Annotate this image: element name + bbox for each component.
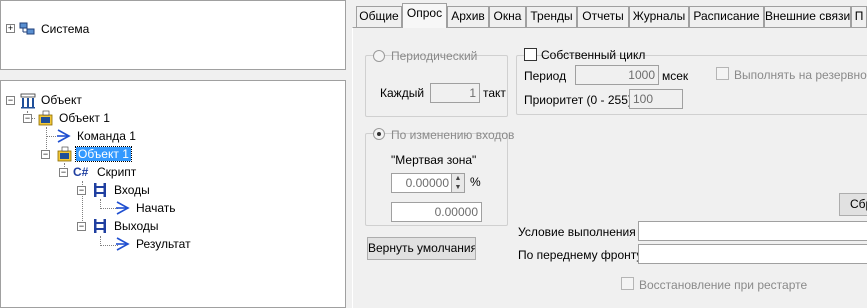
deadzone-field[interactable]: 0.00000	[391, 173, 453, 193]
collapse-object-toggle[interactable]: −	[6, 96, 15, 105]
tree-connector	[46, 136, 56, 137]
tree-item-object[interactable]: Объект	[39, 92, 84, 108]
result-arrow-icon	[116, 237, 130, 251]
tree-item-start-label: Начать	[136, 201, 176, 215]
object-group-icon	[20, 93, 36, 109]
every-field[interactable]: 1	[430, 83, 480, 103]
own-cycle-label: Собственный цикл	[541, 48, 646, 62]
object-icon	[38, 110, 53, 126]
tab-windows[interactable]: Окна	[489, 6, 526, 27]
collapse-object1-child-toggle[interactable]: −	[41, 150, 50, 159]
polling-tab-panel: Периодический Каждый 1 такт По изменению…	[352, 27, 867, 308]
tree-item-outputs-label: Выходы	[114, 219, 159, 233]
tree-item-result[interactable]: Результат	[134, 236, 193, 252]
priority-field[interactable]: 100	[629, 89, 683, 109]
tree-item-start[interactable]: Начать	[134, 200, 178, 216]
tab-external-links[interactable]: Внешние связи	[764, 6, 851, 27]
tree-item-object1-child[interactable]: Объект 1	[75, 146, 132, 162]
collapse-object1-toggle[interactable]: −	[23, 114, 32, 123]
tree-item-script[interactable]: Скрипт	[95, 164, 138, 180]
tree-item-object1-child-label: Объект 1	[75, 146, 132, 162]
tab-polling[interactable]: Опрос	[402, 3, 447, 28]
backup-checkbox[interactable]	[716, 67, 729, 80]
object-icon	[57, 146, 72, 162]
tab-bar: Общие Опрос Архив Окна Тренды Отчеты Жур…	[352, 0, 867, 28]
exec-condition-field[interactable]	[638, 221, 867, 241]
tree-item-outputs[interactable]: Выходы	[112, 218, 161, 234]
periodic-label: Периодический	[391, 49, 478, 63]
restore-on-restart-label: Восстановление при рестарте	[639, 278, 808, 292]
tab-reports[interactable]: Отчеты	[577, 6, 629, 27]
reset-button[interactable]: Сбр	[839, 193, 867, 216]
own-cycle-checkbox[interactable]	[524, 48, 537, 61]
on-change-radio[interactable]	[373, 128, 385, 140]
deadzone-abs-field[interactable]: 0.00000	[391, 202, 482, 222]
restore-defaults-button[interactable]: Вернуть умолчания	[367, 237, 476, 260]
outputs-ladder-icon	[94, 219, 106, 233]
period-field[interactable]: 1000	[575, 65, 659, 85]
front-field[interactable]	[638, 244, 867, 264]
horizontal-splitter[interactable]	[0, 70, 348, 80]
deadzone-spinner[interactable]: ▲ ▼	[451, 173, 465, 193]
tab-general[interactable]: Общие	[356, 6, 402, 27]
tact-unit: такт	[483, 86, 506, 100]
tree-item-system[interactable]: Система	[39, 21, 91, 37]
front-label: По переднему фронту	[518, 248, 643, 262]
tree-item-command1[interactable]: Команда 1	[75, 128, 138, 144]
restore-on-restart-checkbox[interactable]	[621, 277, 634, 290]
tab-trends[interactable]: Тренды	[526, 6, 577, 27]
collapse-script-toggle[interactable]: −	[59, 168, 68, 177]
every-label: Каждый	[380, 86, 425, 100]
command-arrow-icon	[57, 129, 71, 143]
tab-journals[interactable]: Журналы	[629, 6, 689, 27]
tree-item-inputs[interactable]: Входы	[112, 182, 152, 198]
computer-network-icon	[19, 22, 35, 35]
backup-label: Выполнять на резервном	[734, 68, 867, 82]
tab-more[interactable]: П	[851, 6, 867, 27]
inputs-ladder-icon	[94, 183, 106, 197]
spinner-down-icon[interactable]: ▼	[452, 183, 464, 192]
periodic-radio[interactable]	[373, 50, 385, 62]
deadzone-label: "Мертвая зона"	[391, 153, 477, 167]
csharp-icon: C#	[73, 165, 89, 179]
period-unit: мсек	[662, 69, 689, 83]
tree-item-inputs-label: Входы	[114, 183, 150, 197]
collapse-inputs-toggle[interactable]: −	[77, 186, 86, 195]
tree-item-system-label: Система	[41, 22, 90, 36]
tree-item-object-label: Объект	[41, 93, 82, 107]
period-label: Период	[524, 69, 567, 83]
percent-label: %	[470, 175, 481, 189]
collapse-outputs-toggle[interactable]: −	[77, 222, 86, 231]
system-tree-pane[interactable]: + Система	[0, 0, 346, 70]
tree-item-object1-label: Объект 1	[59, 111, 110, 125]
tree-item-command1-label: Команда 1	[77, 129, 136, 143]
object-tree-pane[interactable]: − Объект − Объект 1 Команда 1 − Объект 1…	[0, 80, 346, 308]
exec-condition-label: Условие выполнения	[518, 225, 636, 239]
tab-schedule[interactable]: Расписание	[689, 6, 764, 27]
start-arrow-icon	[116, 201, 130, 215]
tab-archive[interactable]: Архив	[447, 6, 489, 27]
tree-item-script-label: Скрипт	[97, 165, 137, 179]
tree-item-object1[interactable]: Объект 1	[57, 110, 112, 126]
priority-label: Приоритет (0 - 255)	[524, 93, 632, 107]
spinner-up-icon[interactable]: ▲	[452, 174, 464, 183]
on-change-label: По изменению входов	[391, 128, 515, 142]
expand-system-toggle[interactable]: +	[6, 24, 15, 33]
tree-item-result-label: Результат	[136, 237, 191, 251]
